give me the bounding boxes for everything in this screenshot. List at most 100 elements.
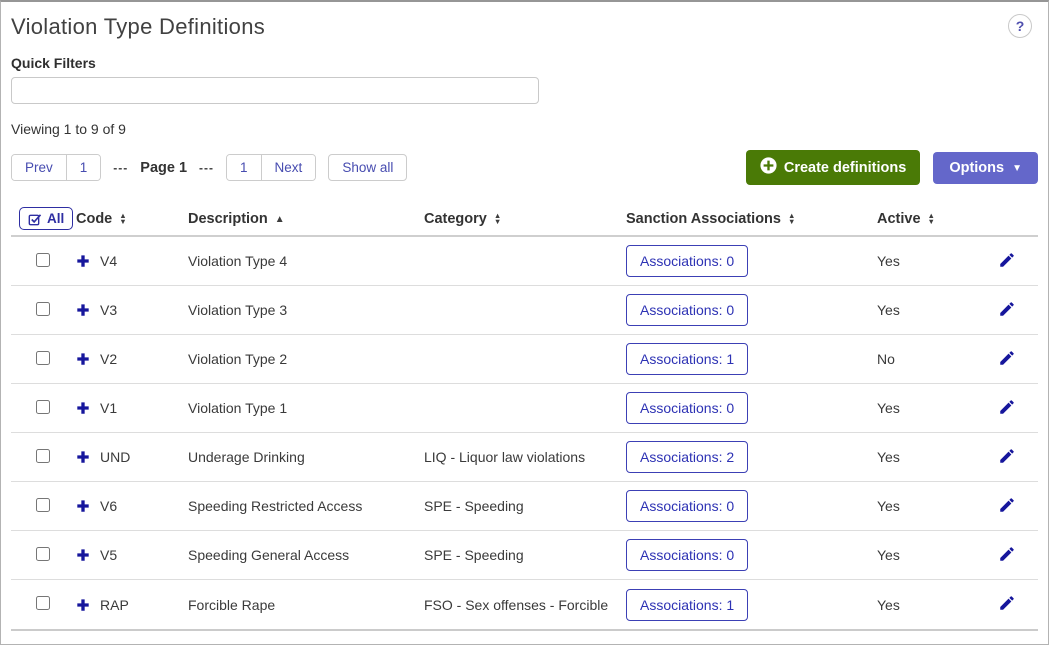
edit-button[interactable] [996, 543, 1018, 568]
plus-icon[interactable] [76, 598, 90, 612]
table-row: RAP Forcible Rape FSO - Sex offenses - F… [11, 580, 1038, 629]
associations-button[interactable]: Associations: 1 [626, 589, 748, 621]
create-definitions-button[interactable]: Create definitions [746, 150, 920, 185]
sort-icon: ▲▼ [119, 213, 126, 226]
row-code: V2 [100, 351, 117, 367]
row-checkbox[interactable] [36, 596, 50, 610]
column-header-category[interactable]: Category ▲▼ [424, 211, 626, 227]
row-code: UND [100, 449, 130, 465]
quick-filters-label: Quick Filters [11, 55, 1038, 71]
row-active-value: Yes [877, 498, 996, 514]
options-label: Options [949, 160, 1004, 176]
associations-button[interactable]: Associations: 0 [626, 294, 748, 326]
associations-button[interactable]: Associations: 1 [626, 343, 748, 375]
next-button-group: 1 Next [226, 154, 316, 181]
row-active-value: Yes [877, 253, 996, 269]
column-header-code[interactable]: Code ▲▼ [76, 211, 188, 227]
row-active-value: Yes [877, 449, 996, 465]
edit-button[interactable] [996, 592, 1018, 617]
plus-icon[interactable] [76, 254, 90, 268]
quick-filters-input[interactable] [11, 77, 539, 104]
pencil-icon [998, 398, 1016, 419]
table-row: V6 Speeding Restricted Access SPE - Spee… [11, 482, 1038, 531]
column-header-description[interactable]: Description ▲ [188, 211, 424, 227]
plus-icon[interactable] [76, 303, 90, 317]
row-description: Underage Drinking [188, 449, 424, 465]
table-row: UND Underage Drinking LIQ - Liquor law v… [11, 433, 1038, 482]
row-code: V4 [100, 253, 117, 269]
prev-button[interactable]: Prev [12, 155, 67, 180]
prev-page-number-button[interactable]: 1 [67, 155, 101, 180]
associations-button[interactable]: Associations: 2 [626, 441, 748, 473]
select-all-button[interactable]: All [19, 207, 73, 230]
row-checkbox[interactable] [36, 302, 50, 316]
table-header: All Code ▲▼ Description ▲ Category ▲▼ Sa… [11, 203, 1038, 237]
pagination-separator-right: --- [199, 161, 214, 175]
column-header-active[interactable]: Active ▲▼ [877, 211, 996, 227]
pagination-separator-left: --- [113, 161, 128, 175]
plus-icon[interactable] [76, 352, 90, 366]
row-description: Speeding General Access [188, 547, 424, 563]
chevron-down-icon: ▼ [1012, 163, 1022, 174]
sort-icon: ▲ [275, 214, 285, 225]
edit-button[interactable] [996, 249, 1018, 274]
table-row: V4 Violation Type 4 Associations: 0 Yes [11, 237, 1038, 286]
associations-button[interactable]: Associations: 0 [626, 539, 748, 571]
edit-button[interactable] [996, 298, 1018, 323]
row-category: FSO - Sex offenses - Forcible [424, 597, 626, 613]
plus-icon[interactable] [76, 401, 90, 415]
show-all-button[interactable]: Show all [328, 154, 407, 181]
associations-button[interactable]: Associations: 0 [626, 392, 748, 424]
page-header: Violation Type Definitions ? [11, 14, 1038, 40]
edit-button[interactable] [996, 396, 1018, 421]
row-checkbox[interactable] [36, 547, 50, 561]
row-checkbox[interactable] [36, 498, 50, 512]
row-code: V6 [100, 498, 117, 514]
table-row: V2 Violation Type 2 Associations: 1 No [11, 335, 1038, 384]
violation-type-definitions-page: Violation Type Definitions ? Quick Filte… [0, 0, 1049, 645]
help-button[interactable]: ? [1008, 14, 1032, 38]
plus-icon[interactable] [76, 450, 90, 464]
pencil-icon [998, 594, 1016, 615]
row-code: V5 [100, 547, 117, 563]
row-description: Violation Type 3 [188, 302, 424, 318]
pencil-icon [998, 349, 1016, 370]
edit-button[interactable] [996, 494, 1018, 519]
row-active-value: Yes [877, 597, 996, 613]
table-row: V5 Speeding General Access SPE - Speedin… [11, 531, 1038, 580]
table-row: V1 Violation Type 1 Associations: 0 Yes [11, 384, 1038, 433]
row-checkbox[interactable] [36, 351, 50, 365]
options-dropdown-button[interactable]: Options ▼ [933, 152, 1038, 184]
row-active-value: No [877, 351, 996, 367]
plus-icon[interactable] [76, 499, 90, 513]
plus-circle-icon [760, 157, 777, 178]
edit-button[interactable] [996, 347, 1018, 372]
associations-button[interactable]: Associations: 0 [626, 245, 748, 277]
associations-button[interactable]: Associations: 0 [626, 490, 748, 522]
select-all-cell: All [11, 207, 76, 231]
row-code: V1 [100, 400, 117, 416]
column-header-associations[interactable]: Sanction Associations ▲▼ [626, 211, 877, 227]
next-button[interactable]: Next [262, 155, 316, 180]
sort-icon: ▲▼ [928, 213, 935, 226]
pagination: Prev 1 --- Page 1 --- 1 Next Show all [11, 154, 407, 181]
sort-icon: ▲▼ [788, 213, 795, 226]
create-definitions-label: Create definitions [784, 160, 906, 176]
check-square-icon [28, 212, 42, 226]
pencil-icon [998, 447, 1016, 468]
edit-button[interactable] [996, 445, 1018, 470]
pencil-icon [998, 496, 1016, 517]
sort-icon: ▲▼ [494, 213, 501, 226]
row-active-value: Yes [877, 302, 996, 318]
row-description: Violation Type 4 [188, 253, 424, 269]
table-body: V4 Violation Type 4 Associations: 0 Yes … [11, 237, 1038, 631]
row-checkbox[interactable] [36, 449, 50, 463]
row-checkbox[interactable] [36, 253, 50, 267]
pencil-icon [998, 545, 1016, 566]
pencil-icon [998, 300, 1016, 321]
plus-icon[interactable] [76, 548, 90, 562]
row-active-value: Yes [877, 400, 996, 416]
row-checkbox[interactable] [36, 400, 50, 414]
next-page-number-button[interactable]: 1 [227, 155, 262, 180]
row-active-value: Yes [877, 547, 996, 563]
